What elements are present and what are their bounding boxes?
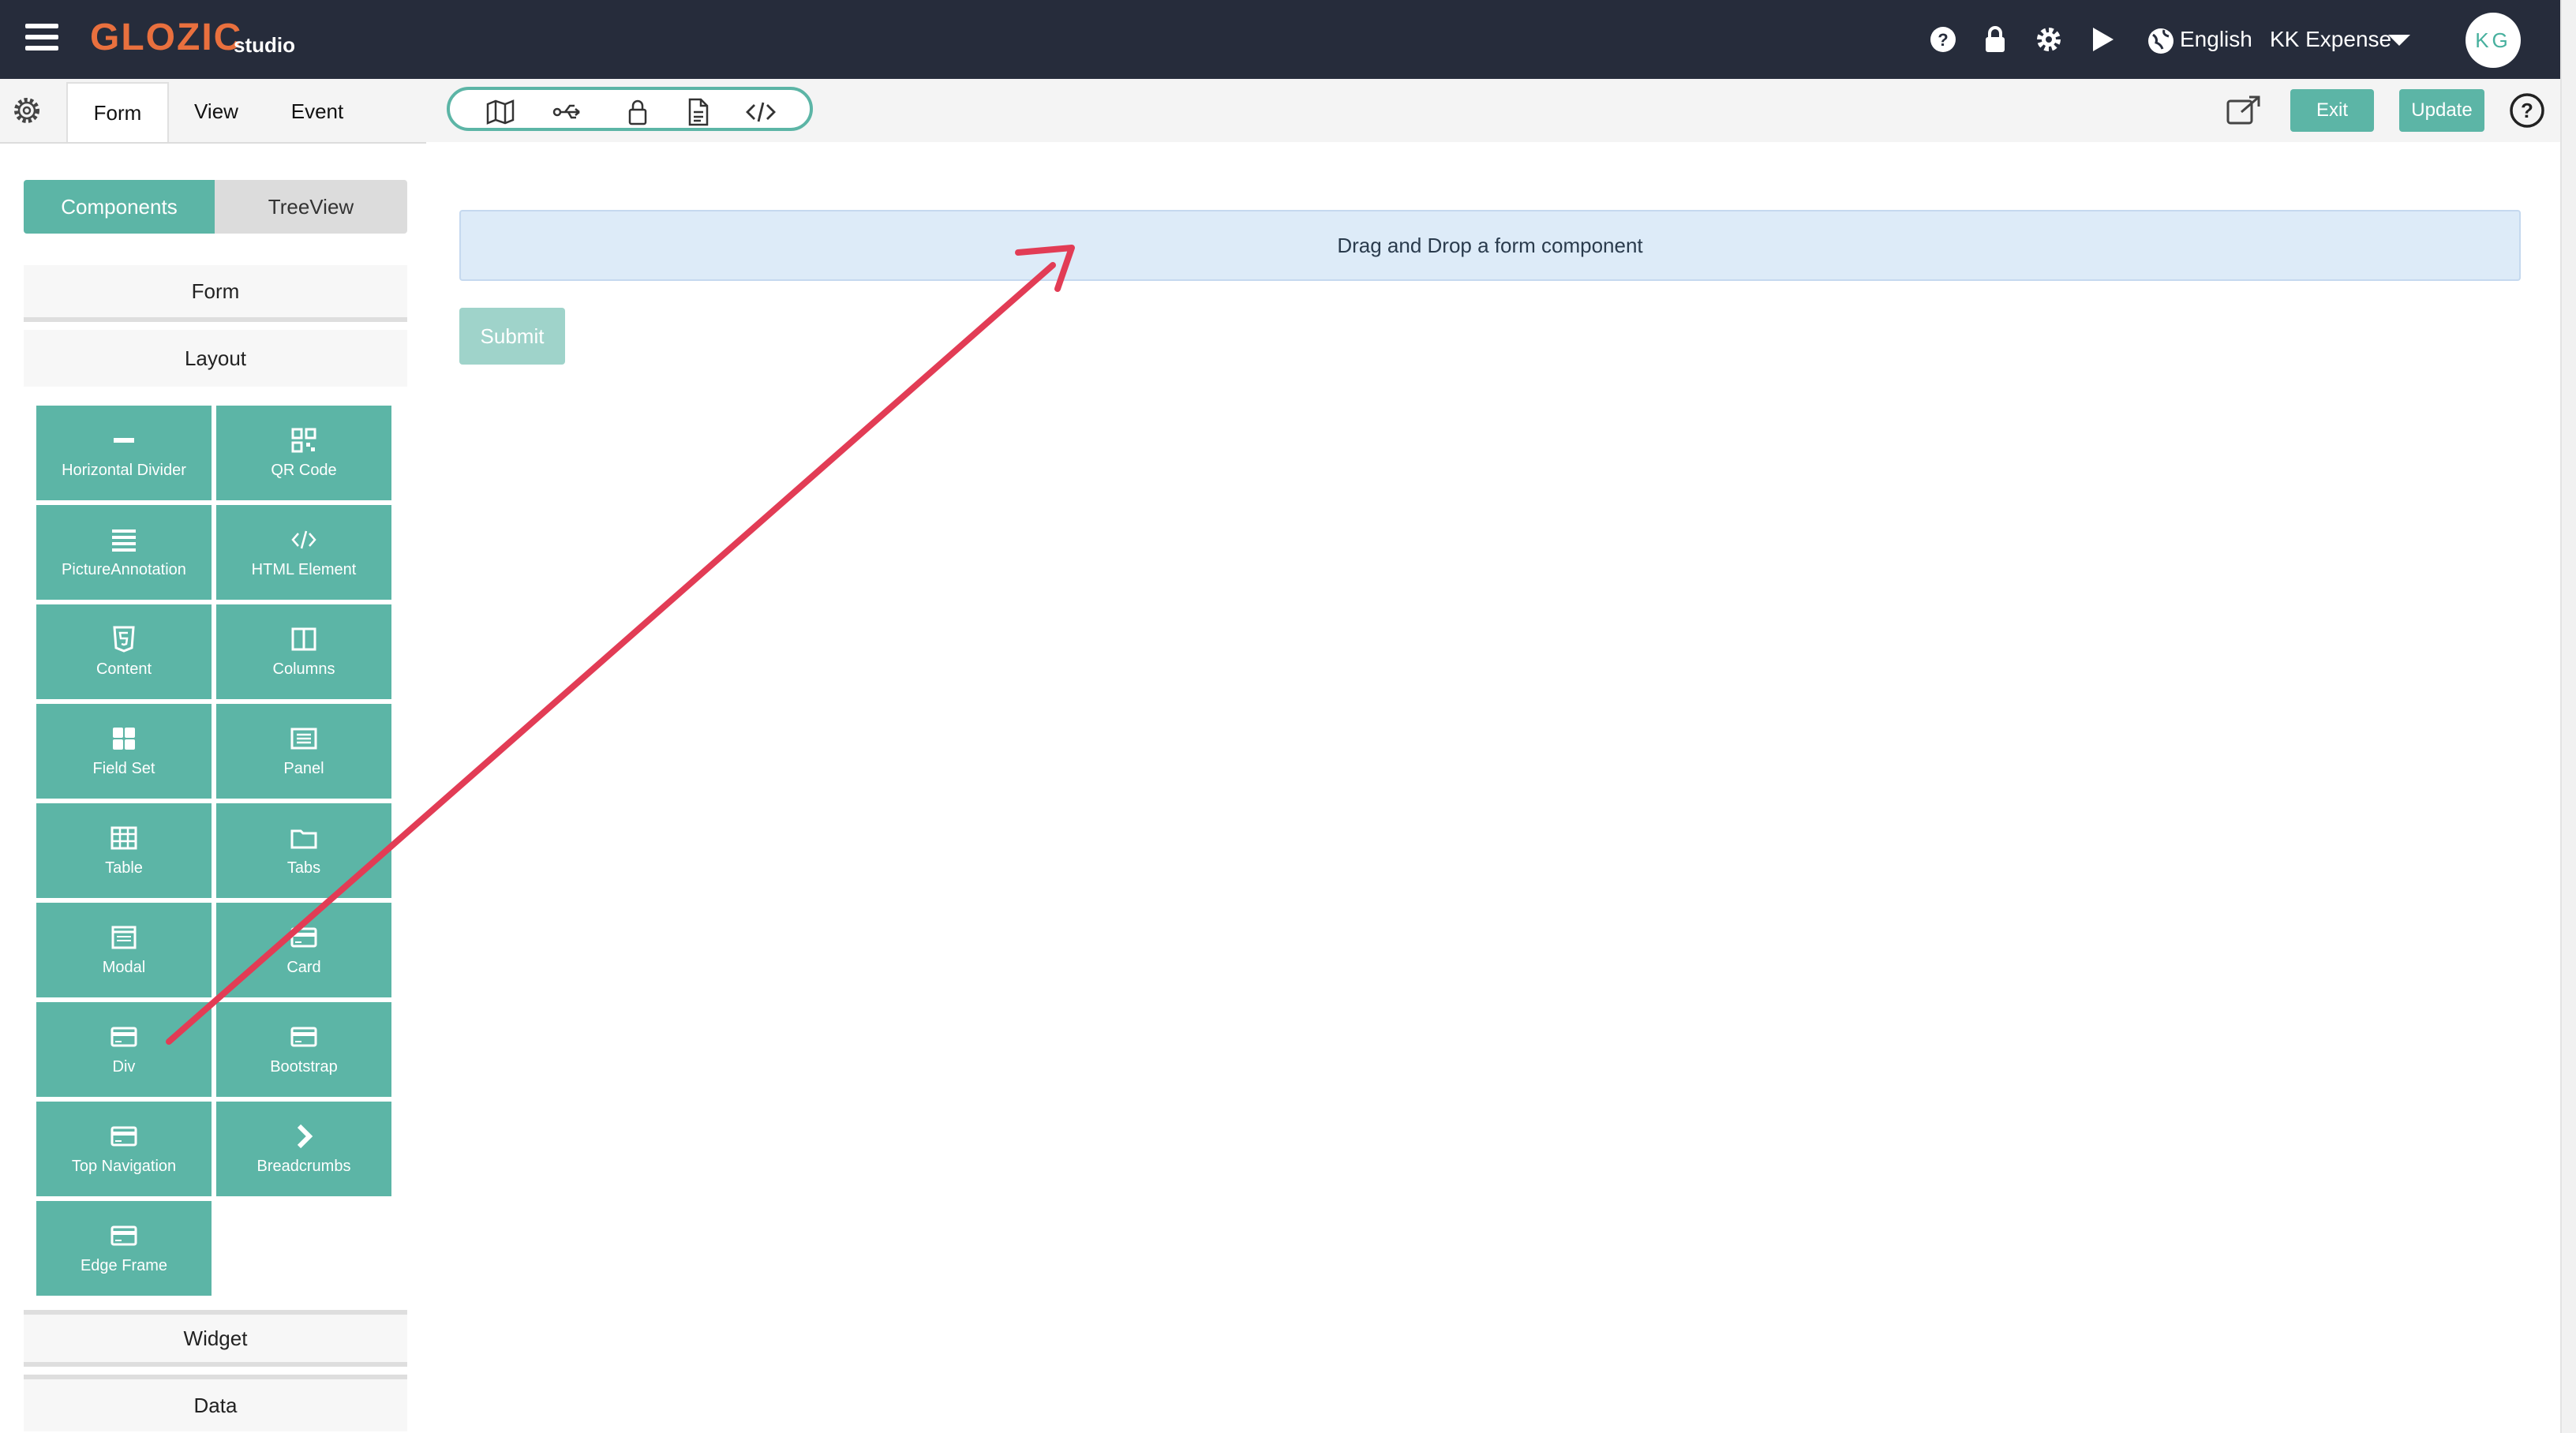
component-top-navigation[interactable]: Top Navigation (36, 1102, 212, 1196)
table-icon (110, 826, 137, 849)
hamburger-menu-icon[interactable] (25, 24, 58, 55)
component-html-element[interactable]: HTML Element (216, 505, 391, 600)
map-icon[interactable] (485, 98, 516, 126)
folder-icon (290, 829, 317, 848)
section-widget[interactable]: Widget (24, 1310, 407, 1367)
th-large-icon (113, 727, 135, 750)
list-icon (112, 529, 136, 552)
tab-form[interactable]: Form (66, 82, 169, 142)
submit-button[interactable]: Submit (459, 308, 565, 365)
brand-sub: studio (234, 33, 295, 57)
modal-icon (111, 926, 137, 948)
drop-zone[interactable]: Drag and Drop a form component (459, 210, 2521, 281)
usb-icon[interactable] (552, 98, 584, 126)
builder-toolbar (0, 79, 2560, 144)
brand-logo: GLOZIC (90, 17, 243, 58)
component-tabs[interactable]: Tabs (216, 803, 391, 898)
question-circle-icon[interactable]: ? (2508, 92, 2546, 129)
settings-gear-icon[interactable] (11, 95, 43, 126)
qrcode-icon (291, 428, 316, 452)
external-link-icon[interactable] (2226, 95, 2262, 126)
component-qr-code[interactable]: QR Code (216, 406, 391, 500)
component-modal[interactable]: Modal (36, 903, 212, 997)
credit-card-icon (110, 1027, 137, 1046)
component-horizontal-divider[interactable]: Horizontal Divider (36, 406, 212, 500)
component-picture-annotation[interactable]: PictureAnnotation (36, 505, 212, 600)
lock-icon[interactable] (1981, 25, 2009, 54)
section-data[interactable]: Data (24, 1375, 407, 1431)
svg-text:?: ? (1938, 30, 1948, 50)
top-bar: GLOZIC studio ? English KK Expense KG (0, 0, 2560, 79)
exit-button[interactable]: Exit (2290, 89, 2374, 132)
project-selector[interactable]: KK Expense (2270, 27, 2391, 52)
credit-card-icon (290, 927, 317, 947)
columns-icon (291, 627, 316, 650)
document-icon[interactable] (682, 98, 713, 126)
language-selector[interactable]: English (2180, 27, 2252, 52)
html5-icon (113, 626, 135, 653)
treeview-toggle[interactable]: TreeView (215, 180, 407, 234)
section-layout[interactable]: Layout (24, 330, 407, 387)
component-content[interactable]: Content (36, 604, 212, 699)
user-avatar[interactable]: KG (2466, 13, 2521, 68)
help-circle-icon[interactable]: ? (1929, 25, 1957, 54)
window-edge-scrollbar[interactable] (2560, 0, 2576, 1433)
minus-icon (114, 437, 134, 443)
code-icon[interactable] (745, 98, 777, 126)
code-icon (291, 530, 316, 548)
caret-down-icon[interactable] (2388, 35, 2410, 46)
section-form[interactable]: Form (24, 265, 407, 322)
play-icon[interactable] (2088, 25, 2117, 54)
builder-tools-group (447, 87, 813, 131)
globe-icon[interactable] (2147, 27, 2175, 55)
svg-text:?: ? (2521, 99, 2533, 122)
component-panel[interactable]: Panel (216, 704, 391, 799)
tab-event[interactable]: Event (268, 82, 366, 140)
update-button[interactable]: Update (2399, 89, 2484, 132)
component-div[interactable]: Div (36, 1002, 212, 1097)
form-canvas (426, 142, 2560, 1433)
credit-card-icon (110, 1225, 137, 1245)
component-edge-frame[interactable]: Edge Frame (36, 1201, 212, 1296)
gear-icon[interactable] (2035, 25, 2063, 54)
component-field-set[interactable]: Field Set (36, 704, 212, 799)
component-breadcrumbs[interactable]: Breadcrumbs (216, 1102, 391, 1196)
chevron-right-icon (297, 1124, 313, 1148)
list-alt-icon (290, 728, 317, 749)
component-card[interactable]: Card (216, 903, 391, 997)
component-bootstrap[interactable]: Bootstrap (216, 1002, 391, 1097)
credit-card-icon (290, 1027, 317, 1046)
components-toggle[interactable]: Components (24, 180, 215, 234)
component-columns[interactable]: Columns (216, 604, 391, 699)
component-table[interactable]: Table (36, 803, 212, 898)
tab-view[interactable]: View (170, 82, 262, 140)
padlock-icon[interactable] (622, 98, 653, 126)
credit-card-icon (110, 1126, 137, 1146)
